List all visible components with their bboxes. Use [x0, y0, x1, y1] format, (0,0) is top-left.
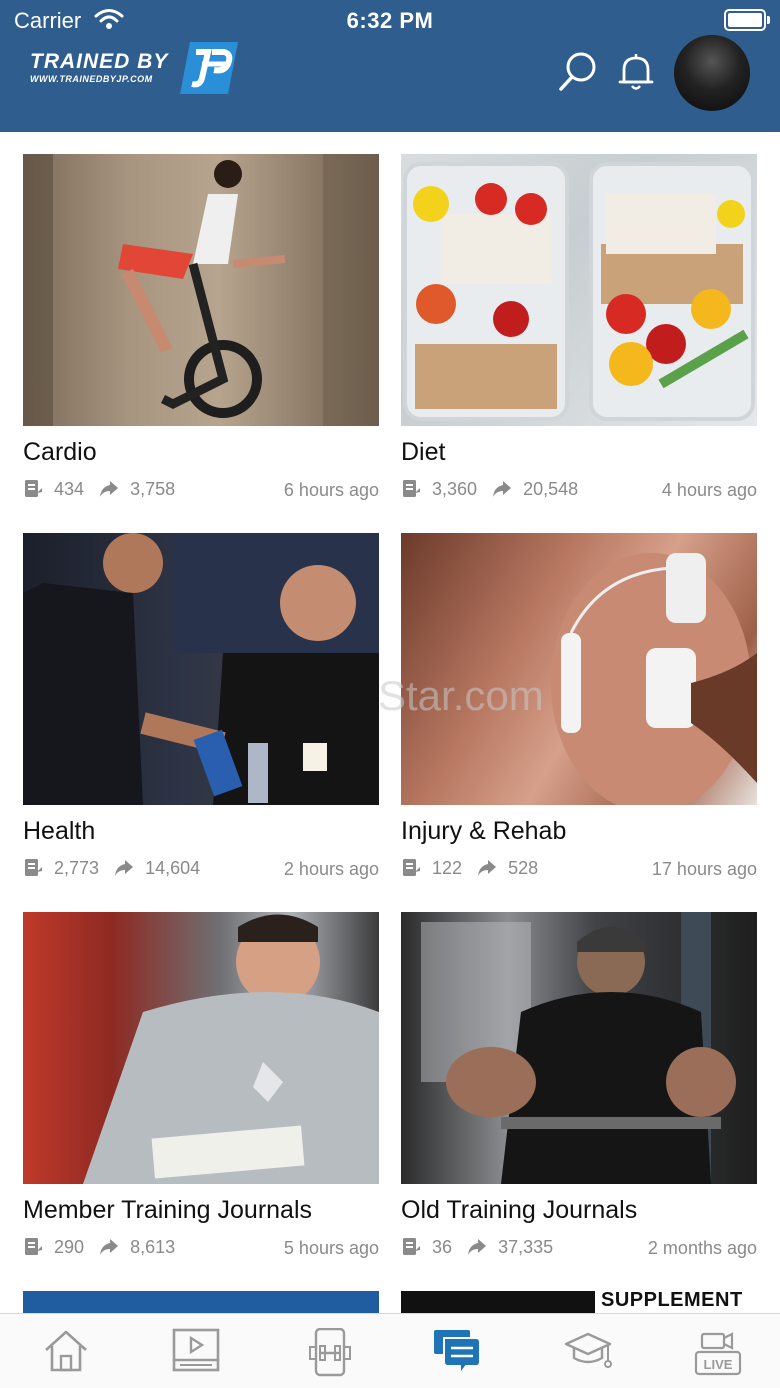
search-icon	[559, 52, 596, 91]
battery-icon	[724, 9, 770, 31]
share-icon	[468, 1239, 487, 1256]
next-category-card-peek[interactable]: SUPPLEMENT FAC	[401, 1291, 757, 1313]
share-icon	[115, 860, 134, 877]
posts-count: 3,360	[432, 478, 478, 499]
category-image	[23, 154, 379, 426]
posts-icon	[403, 480, 420, 498]
category-title: Cardio	[23, 438, 97, 466]
posts-icon	[403, 859, 420, 877]
logo-badge-icon	[180, 42, 238, 94]
shares-count: 20,548	[523, 478, 579, 499]
app-header: Carrier 6:32 PM TRAINED BY WWW.TRAINEDBY…	[0, 0, 780, 132]
category-title: Injury & Rehab	[401, 817, 567, 845]
bell-icon	[618, 54, 654, 90]
posts-icon	[25, 859, 42, 877]
category-stats: 3,360 20,548 4 hours ago	[401, 478, 757, 502]
posts-icon	[25, 1238, 42, 1256]
category-stats: 290 8,613 5 hours ago	[23, 1236, 379, 1260]
last-activity-time: 6 hours ago	[283, 480, 379, 500]
tab-live[interactable]: LIVE	[688, 1326, 748, 1376]
home-icon	[45, 1330, 87, 1372]
posts-count: 290	[54, 1236, 85, 1257]
category-image	[23, 912, 379, 1184]
bottom-tab-bar: LIVE	[0, 1313, 780, 1388]
posts-count: 36	[432, 1236, 453, 1257]
video-icon	[172, 1328, 220, 1372]
logo-text: TRAINED BY	[30, 50, 169, 73]
category-image	[401, 154, 757, 426]
posts-icon	[403, 1238, 420, 1256]
shares-count: 37,335	[498, 1236, 554, 1257]
shares-count: 8,613	[130, 1236, 176, 1257]
category-title: Health	[23, 817, 96, 845]
category-stats: 2,773 14,604 2 hours ago	[23, 857, 379, 881]
posts-count: 122	[432, 857, 463, 878]
category-title: Member Training Journals	[23, 1196, 313, 1224]
category-stats: 122 528 17 hours ago	[401, 857, 757, 881]
category-title: Old Training Journals	[401, 1196, 638, 1224]
tab-forum[interactable]	[426, 1326, 486, 1376]
category-image	[23, 533, 379, 805]
last-activity-time: 2 months ago	[647, 1238, 757, 1258]
tab-education[interactable]	[558, 1326, 618, 1376]
last-activity-time: 17 hours ago	[651, 859, 757, 879]
category-stats: 36 37,335 2 months ago	[401, 1236, 757, 1260]
status-bar: Carrier 6:32 PM	[0, 0, 780, 40]
posts-icon	[25, 480, 42, 498]
workout-phone-icon	[309, 1328, 351, 1377]
share-icon	[100, 1239, 119, 1256]
last-activity-time: 5 hours ago	[283, 1238, 379, 1258]
tab-workouts[interactable]	[300, 1326, 360, 1377]
app-logo[interactable]: TRAINED BY WWW.TRAINEDBYJP.COM	[30, 40, 240, 96]
posts-count: 434	[54, 478, 85, 499]
category-image	[401, 912, 757, 1184]
shares-count: 14,604	[145, 857, 201, 878]
category-image	[401, 533, 757, 805]
last-activity-time: 2 hours ago	[283, 859, 379, 879]
shares-count: 528	[508, 857, 539, 878]
live-label: LIVE	[704, 1357, 733, 1372]
next-category-card-peek[interactable]	[23, 1291, 379, 1313]
last-activity-time: 4 hours ago	[661, 480, 757, 500]
education-icon	[564, 1332, 612, 1368]
peek-label: SUPPLEMENT FAC	[595, 1291, 757, 1313]
logo-url: WWW.TRAINEDBYJP.COM	[30, 74, 153, 84]
notifications-button[interactable]	[612, 48, 660, 96]
forum-icon	[434, 1330, 481, 1376]
profile-avatar[interactable]	[674, 35, 750, 111]
search-button[interactable]	[554, 48, 602, 96]
posts-count: 2,773	[54, 857, 100, 878]
category-title: Diet	[401, 438, 446, 466]
tab-home[interactable]	[36, 1326, 96, 1376]
share-icon	[493, 481, 512, 498]
clock: 6:32 PM	[346, 8, 434, 33]
live-icon: LIVE	[694, 1332, 742, 1376]
category-stats: 434 3,758 6 hours ago	[23, 478, 379, 502]
share-icon	[100, 481, 119, 498]
shares-count: 3,758	[130, 478, 176, 499]
tab-videos[interactable]	[166, 1326, 226, 1376]
share-icon	[478, 860, 497, 877]
